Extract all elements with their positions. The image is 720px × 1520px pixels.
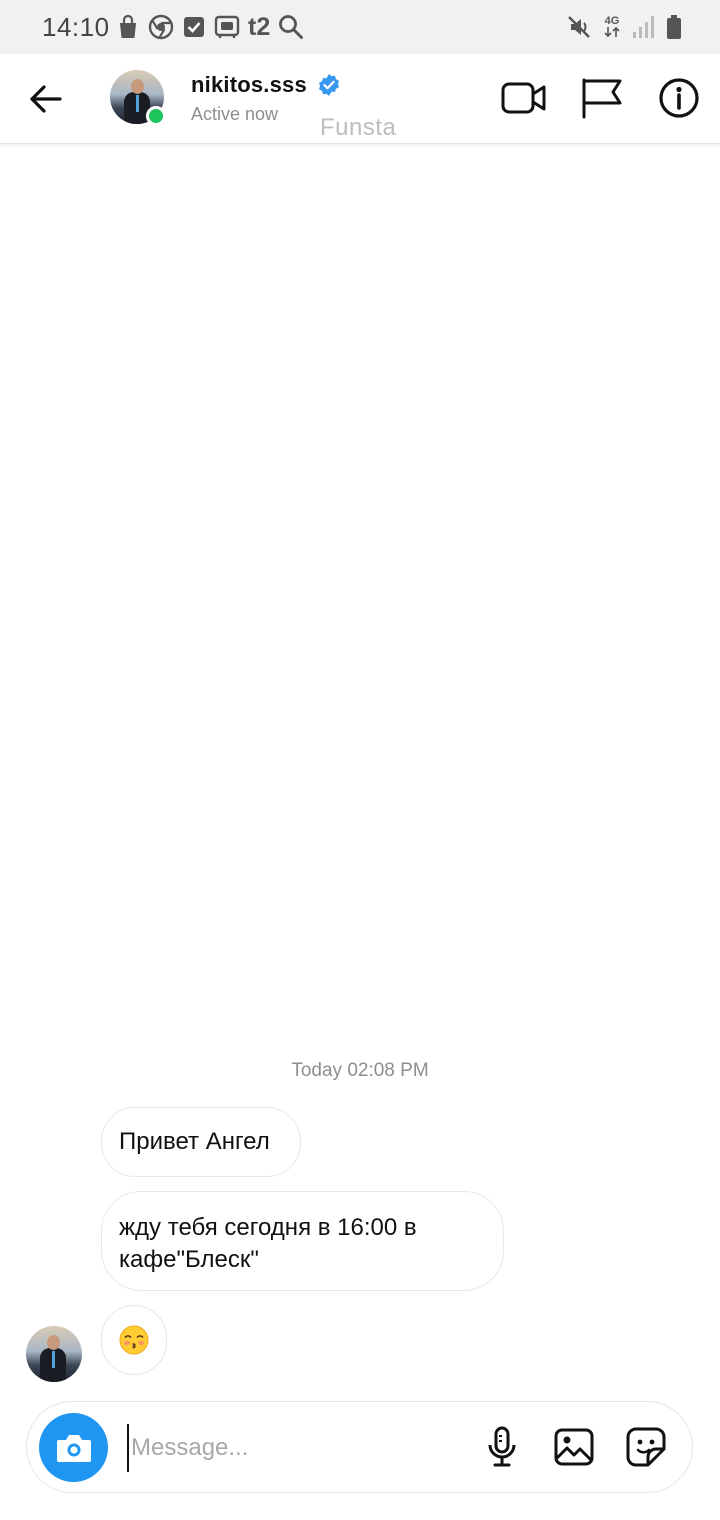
message-bubble[interactable]: Привет Ангел bbox=[101, 1107, 301, 1177]
shopping-bag-icon bbox=[116, 14, 140, 40]
gallery-button[interactable] bbox=[551, 1424, 597, 1470]
flag-icon bbox=[582, 78, 622, 119]
status-bar: 14:10 t2 4G bbox=[0, 0, 720, 54]
safe-icon bbox=[214, 15, 240, 39]
voice-message-button[interactable] bbox=[479, 1424, 525, 1470]
username: nikitos.sss bbox=[191, 72, 307, 97]
mute-icon bbox=[566, 14, 592, 40]
verified-badge-icon bbox=[318, 74, 339, 96]
info-icon bbox=[659, 78, 699, 118]
camera-icon bbox=[56, 1434, 91, 1462]
watermark-text: Funsta bbox=[320, 114, 397, 141]
message-input[interactable] bbox=[127, 1424, 467, 1472]
conversation-info-button[interactable] bbox=[655, 74, 703, 122]
message-composer bbox=[26, 1401, 693, 1493]
kissing-face-emoji bbox=[119, 1325, 149, 1355]
online-indicator bbox=[146, 106, 166, 126]
carrier-logo: t2 bbox=[248, 13, 271, 41]
video-call-button[interactable] bbox=[500, 74, 548, 122]
sticker-icon bbox=[626, 1427, 666, 1467]
search-icon bbox=[278, 14, 304, 40]
activity-status: Active now bbox=[191, 104, 279, 124]
network-type-label: 4G bbox=[604, 15, 620, 27]
emoji-message-bubble[interactable] bbox=[101, 1305, 167, 1375]
report-button[interactable] bbox=[577, 74, 625, 122]
battery-icon bbox=[666, 14, 682, 40]
network-type-icon: 4G bbox=[604, 16, 620, 38]
avatar-photo bbox=[26, 1326, 82, 1382]
message-text: жду тебя сегодня в 16:00 в кафе"Блеск" bbox=[119, 1214, 417, 1273]
sticker-button[interactable] bbox=[623, 1424, 669, 1470]
message-text: Привет Ангел bbox=[119, 1128, 270, 1155]
username-row[interactable]: nikitos.sss bbox=[191, 72, 341, 98]
status-notification-icons: t2 bbox=[116, 12, 304, 42]
status-time: 14:10 bbox=[42, 12, 110, 42]
gallery-icon bbox=[554, 1428, 594, 1466]
microphone-icon bbox=[488, 1426, 516, 1467]
signal-icon bbox=[632, 15, 654, 39]
message-timestamp: Today 02:08 PM bbox=[291, 1060, 429, 1081]
video-call-icon bbox=[501, 82, 546, 114]
back-button[interactable] bbox=[24, 78, 66, 120]
camera-button[interactable] bbox=[39, 1413, 108, 1482]
profile-avatar[interactable] bbox=[110, 70, 166, 126]
back-arrow-icon bbox=[30, 85, 62, 113]
sender-avatar[interactable] bbox=[26, 1326, 82, 1382]
checkbox-icon bbox=[182, 15, 206, 39]
chrome-icon bbox=[148, 14, 174, 40]
status-system-icons: 4G bbox=[566, 12, 682, 42]
message-bubble[interactable]: жду тебя сегодня в 16:00 в кафе"Блеск" bbox=[101, 1191, 504, 1291]
chat-header: nikitos.sss Active now Funsta bbox=[0, 54, 720, 144]
